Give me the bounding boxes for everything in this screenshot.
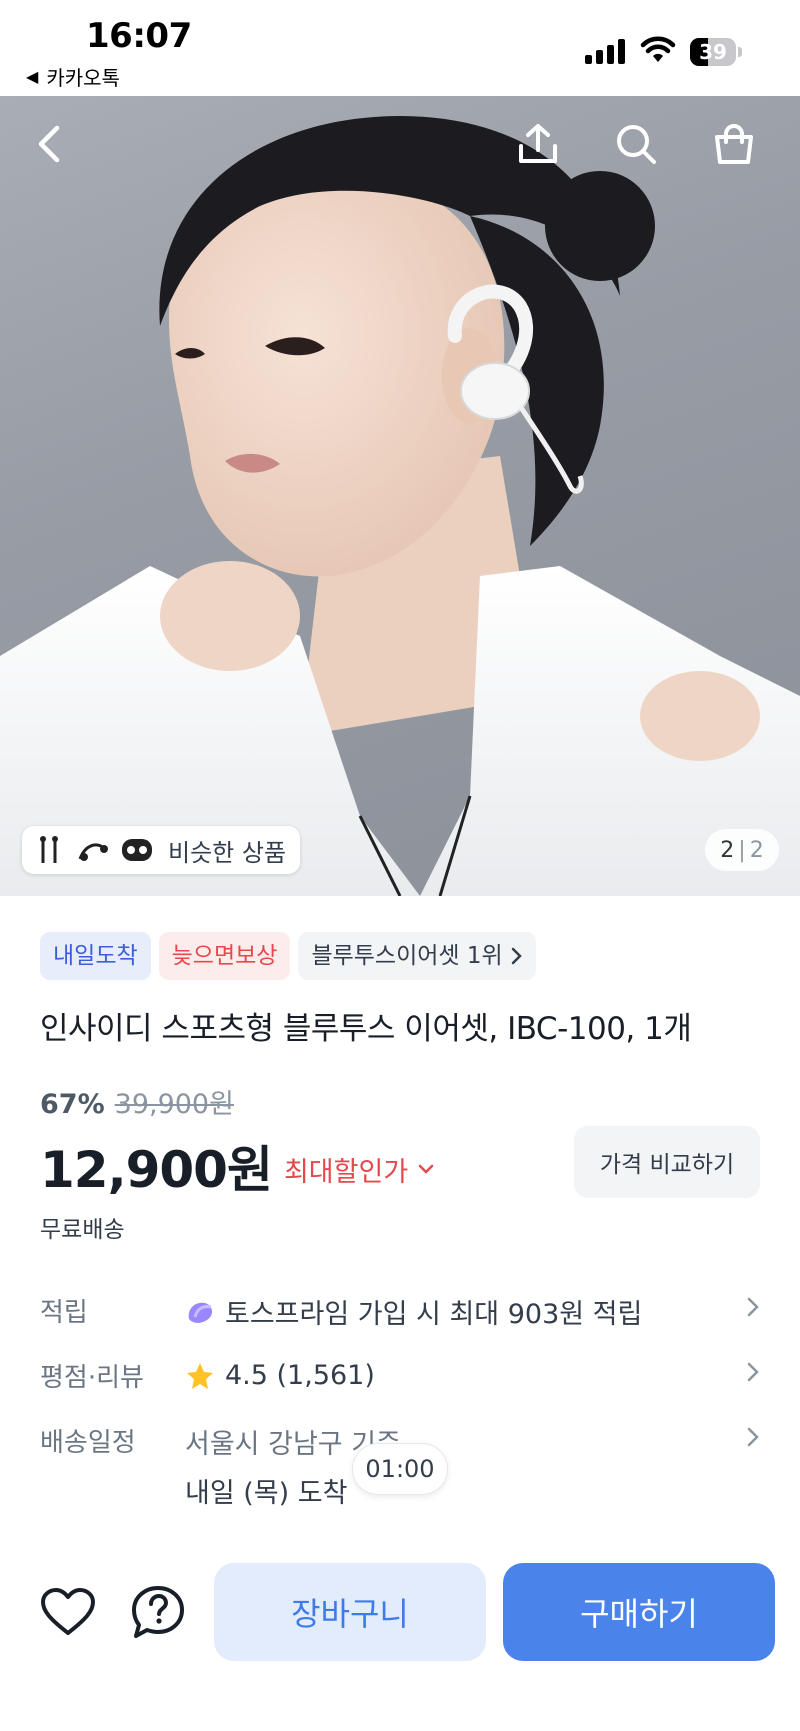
rating-value: 4.5 (1,561) <box>225 1360 375 1391</box>
pager-current: 2 <box>720 837 735 863</box>
points-value: 토스프라임 가입 시 최대 903원 적립 <box>225 1299 643 1330</box>
back-button[interactable] <box>22 116 78 172</box>
chevron-down-icon <box>418 1164 434 1174</box>
rating-row[interactable]: 평점·리뷰 4.5 (1,561) <box>40 1357 760 1394</box>
original-price: 39,900원 <box>114 1089 234 1120</box>
wifi-icon <box>640 36 676 62</box>
points-key: 적립 <box>40 1298 88 1328</box>
search-icon <box>617 125 656 164</box>
price-compare-button[interactable]: 가격 비교하기 <box>574 1126 760 1198</box>
back-to-app-link[interactable]: ◀ 카카오톡 <box>26 62 120 91</box>
discount-row: 67% 39,900원 <box>40 1082 234 1121</box>
status-bar: 16:07 ◀ 카카오톡 39 <box>0 0 800 96</box>
discount-percent: 67% <box>40 1089 105 1120</box>
price-row: 12,900원 최대할인가 <box>40 1130 434 1202</box>
heart-icon <box>41 1588 95 1635</box>
badge-tomorrow-delivery: 내일도착 <box>40 932 151 980</box>
product-badges: 내일도착 늦으면보상 블루투스이어셋 1위 <box>40 932 536 980</box>
chevron-right-icon <box>747 1297 759 1317</box>
star-icon <box>187 1362 213 1389</box>
badge-category-rank[interactable]: 블루투스이어셋 1위 <box>298 932 536 980</box>
back-app-label: 카카오톡 <box>46 66 120 90</box>
delivery-key: 배송일정 <box>40 1428 136 1458</box>
rank-label: 블루투스이어셋 1위 <box>311 943 503 969</box>
share-button[interactable] <box>510 116 566 172</box>
toss-prime-icon <box>188 1302 213 1323</box>
cart-bag-button[interactable] <box>706 116 762 172</box>
battery-percent: 39 <box>699 40 727 64</box>
product-photo <box>0 116 800 896</box>
max-discount-label: 최대할인가 <box>283 1156 409 1188</box>
chevron-right-icon <box>747 1362 759 1382</box>
neckband-earphones-icon <box>76 833 110 867</box>
points-row[interactable]: 적립 토스프라임 가입 시 최대 903원 적립 <box>40 1292 760 1331</box>
image-pager: 2 | 2 <box>705 829 779 871</box>
max-discount-toggle[interactable]: 최대할인가 <box>284 1150 434 1189</box>
back-arrow-icon <box>38 125 60 163</box>
product-image[interactable]: 비슷한 상품 2 | 2 <box>0 96 800 896</box>
question-bubble-icon <box>132 1586 184 1638</box>
product-title: 인사이디 스포츠형 블루투스 이어셋, IBC-100, 1개 <box>40 1011 692 1047</box>
free-shipping-label: 무료배송 <box>40 1217 125 1243</box>
add-to-cart-button[interactable]: 장바구니 <box>214 1563 486 1661</box>
pager-total: 2 <box>749 837 764 863</box>
search-button[interactable] <box>608 116 664 172</box>
pager-separator: | <box>738 837 746 863</box>
cellular-signal-icon <box>585 38 625 64</box>
chevron-right-icon <box>747 1427 759 1447</box>
buy-now-button[interactable]: 구매하기 <box>503 1563 775 1661</box>
badge-late-compensation: 늦으면보상 <box>158 932 291 980</box>
inquiry-button[interactable] <box>126 1580 190 1644</box>
similar-products-label: 비슷한 상품 <box>168 838 287 867</box>
wishlist-button[interactable] <box>36 1580 100 1644</box>
chevron-right-icon <box>511 947 522 965</box>
sale-price: 12,900원 <box>40 1141 273 1199</box>
similar-products-button[interactable]: 비슷한 상품 <box>22 826 301 874</box>
share-icon <box>519 124 557 163</box>
rating-key: 평점·리뷰 <box>40 1363 144 1393</box>
delivery-date: 내일 (목) 도착 <box>185 1478 348 1509</box>
battery-icon: 39 <box>690 38 742 66</box>
status-time: 16:07 <box>86 16 192 56</box>
earbuds-case-icon <box>120 833 154 867</box>
wired-earphones-icon <box>32 833 66 867</box>
delivery-countdown-bubble: 01:00 <box>352 1443 448 1495</box>
shopping-bag-icon <box>715 124 753 164</box>
bottom-fade <box>0 1512 800 1532</box>
back-triangle-icon: ◀ <box>26 67 39 86</box>
